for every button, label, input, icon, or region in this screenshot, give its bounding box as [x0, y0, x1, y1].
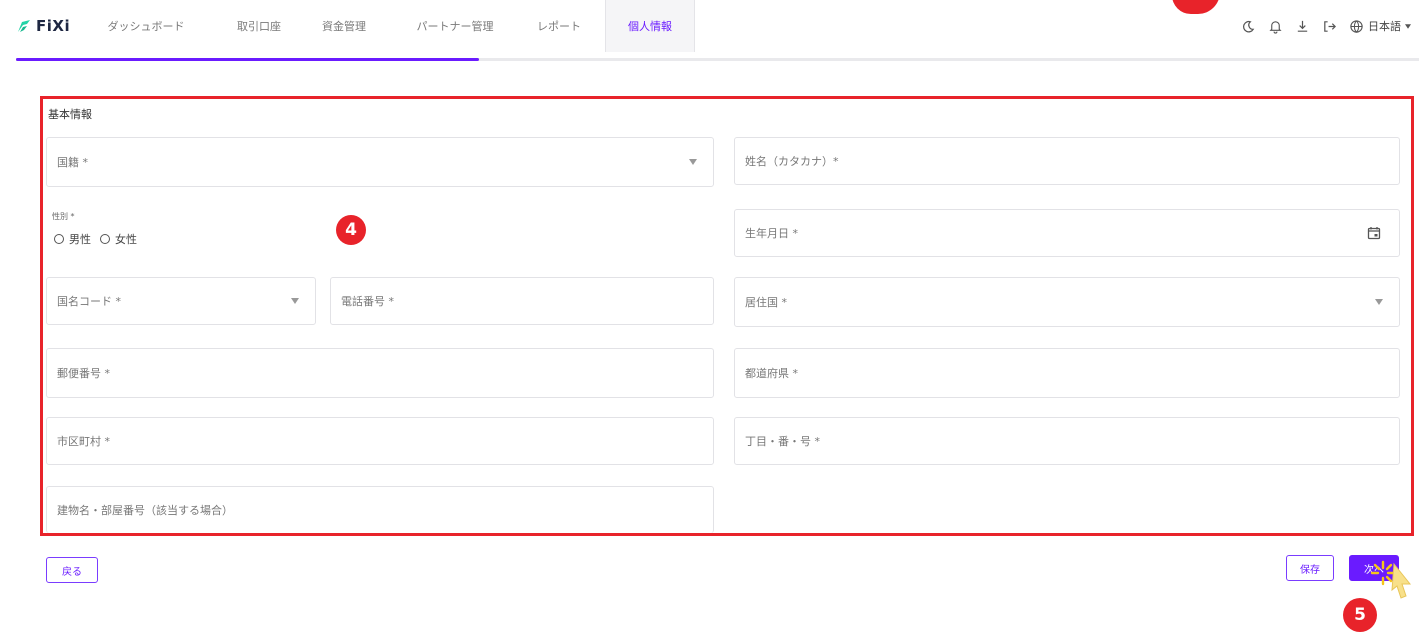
step-4-badge: 4: [336, 215, 366, 245]
residence-country-select[interactable]: 居住国 *: [734, 277, 1400, 327]
tab-trading-accounts[interactable]: 取引口座: [221, 0, 297, 52]
chevron-down-icon: [1405, 23, 1411, 29]
radio-female[interactable]: [100, 234, 110, 244]
country-code-select[interactable]: 国名コード *: [46, 277, 316, 325]
prefecture-placeholder: 都道府県 *: [745, 367, 798, 380]
bell-icon[interactable]: [1268, 19, 1283, 34]
chevron-down-icon: [291, 298, 299, 304]
radio-male-label[interactable]: 男性: [69, 231, 91, 247]
save-button[interactable]: 保存: [1286, 555, 1334, 581]
hand-cursor-icon: [1391, 562, 1412, 599]
name-kana-input[interactable]: 姓名（カタカナ）*: [734, 137, 1400, 185]
prefecture-input[interactable]: 都道府県 *: [734, 348, 1400, 398]
language-selector[interactable]: 日本語: [1349, 18, 1411, 34]
step-progress-fill: [16, 58, 479, 61]
radio-female-label[interactable]: 女性: [115, 231, 137, 247]
step-progress-bar: [16, 58, 1419, 61]
section-title-basic-info: 基本情報: [48, 108, 92, 121]
birthdate-input[interactable]: 生年月日 *: [734, 209, 1400, 257]
theme-moon-icon[interactable]: [1241, 19, 1256, 34]
logo-text: FiXi: [36, 17, 71, 35]
globe-icon: [1350, 19, 1363, 33]
address-detail-input[interactable]: 丁目・番・号 *: [734, 417, 1400, 465]
logout-icon[interactable]: [1322, 19, 1337, 34]
city-input[interactable]: 市区町村 *: [46, 417, 714, 465]
chevron-down-icon: [1375, 299, 1383, 305]
building-placeholder: 建物名・部屋番号（該当する場合）: [57, 504, 233, 517]
chevron-down-icon: [689, 159, 697, 165]
phone-input[interactable]: 電話番号 *: [330, 277, 714, 325]
address-detail-placeholder: 丁目・番・号 *: [745, 435, 820, 448]
building-input[interactable]: 建物名・部屋番号（該当する場合）: [46, 486, 714, 533]
top-navigation-bar: FiXi ダッシュボード 取引口座 資金管理 パートナー管理 レポート 個人情報…: [0, 0, 1419, 52]
tab-report[interactable]: レポート: [526, 0, 592, 52]
name-kana-placeholder: 姓名（カタカナ）*: [745, 155, 839, 168]
app-logo[interactable]: FiXi: [16, 14, 70, 38]
nationality-label: 国籍 *: [57, 156, 88, 169]
gender-radio-group: 男性 女性: [54, 231, 137, 247]
step-5-badge: 5: [1343, 598, 1377, 632]
calendar-icon[interactable]: [1367, 226, 1381, 240]
postal-code-input[interactable]: 郵便番号 *: [46, 348, 714, 398]
birthdate-placeholder: 生年月日 *: [745, 227, 798, 240]
language-label: 日本語: [1368, 20, 1401, 33]
tab-fund-management[interactable]: 資金管理: [311, 0, 377, 52]
download-icon[interactable]: [1295, 19, 1310, 34]
city-placeholder: 市区町村 *: [57, 435, 110, 448]
tab-dashboard[interactable]: ダッシュボード: [94, 0, 198, 52]
fixi-logo-icon: [18, 20, 30, 32]
country-code-label: 国名コード *: [57, 295, 121, 308]
postal-code-placeholder: 郵便番号 *: [57, 367, 110, 380]
annotation-red-marker: [1172, 0, 1220, 14]
radio-male[interactable]: [54, 234, 64, 244]
phone-placeholder: 電話番号 *: [341, 295, 394, 308]
header-actions: 日本語: [1241, 18, 1411, 34]
tab-personal-info[interactable]: 個人情報: [605, 0, 695, 52]
residence-country-label: 居住国 *: [745, 296, 787, 309]
tab-partner-management[interactable]: パートナー管理: [398, 0, 512, 52]
nationality-select[interactable]: 国籍 *: [46, 137, 714, 187]
gender-label: 性別 *: [52, 212, 75, 221]
back-button[interactable]: 戻る: [46, 557, 98, 583]
